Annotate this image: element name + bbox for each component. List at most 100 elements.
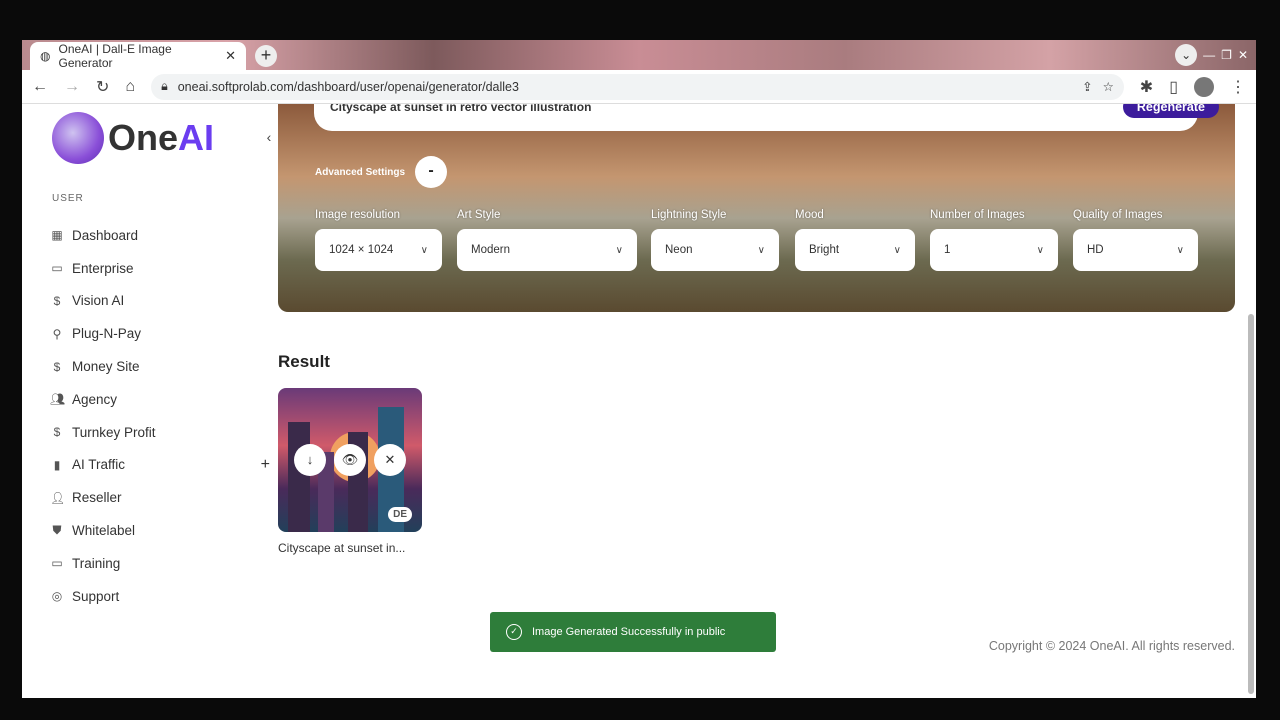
- sidebar-item-enterprise[interactable]: ▭ Enterprise: [50, 252, 260, 285]
- check-circle-icon: ✓: [506, 624, 522, 640]
- scrollbar[interactable]: [1248, 314, 1254, 694]
- chevron-down-icon: ∨: [420, 244, 428, 256]
- select-dropdown[interactable]: HD ∨: [1073, 229, 1198, 271]
- sidebar-item-label: Dashboard: [72, 227, 139, 243]
- browser-tab[interactable]: ◍ OneAI | Dall-E Image Generator ✕: [30, 42, 246, 70]
- dollar-icon: $: [53, 425, 61, 440]
- sidebar-item-label: Plug-N-Pay: [72, 326, 142, 342]
- sidebar-item-label: AI Traffic: [72, 457, 126, 473]
- collapse-sidebar-icon[interactable]: ‹: [260, 129, 278, 147]
- sidebar-item-label: Training: [72, 555, 121, 571]
- extensions-icon[interactable]: ✱: [1140, 77, 1153, 97]
- address-bar-row: ← → ↻ ⌂ 🔒︎ oneai.softprolab.com/dashboard/us…: [22, 70, 1256, 104]
- back-icon[interactable]: ←: [32, 78, 48, 96]
- home-icon[interactable]: ⌂: [125, 78, 135, 96]
- menu-icon[interactable]: ⋮: [1230, 77, 1246, 97]
- sidebar-item-plug-n-pay[interactable]: ⚲ Plug-N-Pay: [50, 317, 260, 350]
- select-dropdown[interactable]: Neon ∨: [651, 229, 779, 271]
- sidepanel-icon[interactable]: ▯: [1169, 77, 1178, 97]
- select-value: Neon: [665, 244, 693, 256]
- advanced-toggle-button[interactable]: -: [415, 156, 448, 188]
- url-field[interactable]: 🔒︎ oneai.softprolab.com/dashboard/user/op…: [151, 73, 1124, 100]
- select-value: Modern: [471, 244, 510, 256]
- sidebar-item-label: Vision AI: [72, 293, 125, 309]
- minimize-icon[interactable]: —: [1203, 48, 1215, 62]
- expand-icon[interactable]: +: [261, 456, 270, 474]
- share-icon[interactable]: ⇪: [1082, 79, 1092, 94]
- select-dropdown[interactable]: Bright ∨: [795, 229, 915, 271]
- delete-icon[interactable]: ✕: [374, 444, 406, 476]
- sidebar-item-label: Money Site: [72, 359, 140, 375]
- section-label: USER: [52, 193, 84, 204]
- close-tab-icon[interactable]: ✕: [225, 48, 236, 64]
- chevron-down-icon: ∨: [615, 244, 623, 256]
- reload-icon[interactable]: ↻: [96, 77, 109, 97]
- field-label: Lightning Style: [651, 209, 727, 221]
- select-dropdown[interactable]: Modern ∨: [457, 229, 637, 271]
- tab-search-icon[interactable]: ⌄: [1175, 44, 1198, 66]
- new-tab-button[interactable]: +: [255, 45, 277, 67]
- regenerate-button[interactable]: Regenerate: [1122, 104, 1219, 118]
- tab-bar: ◍ OneAI | Dall-E Image Generator ✕ + ⌄ — ❐ ✕: [22, 40, 1256, 70]
- eye-icon[interactable]: 👁︎: [334, 444, 366, 476]
- dollar-icon: $: [53, 293, 61, 308]
- generator-panel: Cityscape at sunset in retro vector illu…: [278, 104, 1235, 312]
- field-number-of-images: Number of Images 1 ∨: [930, 209, 1058, 271]
- sidebar-item-label: Whitelabel: [72, 523, 136, 539]
- restore-icon[interactable]: ❐: [1221, 48, 1232, 62]
- sidebar-item-vision-ai[interactable]: $ Vision AI: [50, 285, 260, 318]
- url-text: oneai.softprolab.com/dashboard/user/open…: [177, 79, 519, 94]
- field-label: Number of Images: [930, 209, 1025, 221]
- sidebar-item-ai-traffic[interactable]: ▮ AI Traffic +: [50, 449, 270, 482]
- sidebar-item-support[interactable]: ◎ Support: [50, 580, 260, 613]
- field-quality-of-images: Quality of Images HD ∨: [1073, 209, 1198, 271]
- sidebar-item-reseller[interactable]: 👤︎ Reseller: [50, 481, 260, 514]
- sidebar-item-label: Turnkey Profit: [72, 424, 156, 440]
- chevron-down-icon: ∨: [1176, 244, 1184, 256]
- sidebar-item-label: Reseller: [72, 490, 122, 506]
- globe-icon: ◍: [40, 49, 51, 63]
- model-badge: DE: [388, 507, 412, 522]
- select-dropdown[interactable]: 1 ∨: [930, 229, 1058, 271]
- prompt-input[interactable]: Cityscape at sunset in retro vector illu…: [314, 104, 1198, 131]
- link-icon: ⚲: [52, 326, 62, 341]
- field-mood: Mood Bright ∨: [795, 209, 915, 271]
- footer-copyright: Copyright © 2024 OneAI. All rights reser…: [988, 639, 1235, 653]
- logo[interactable]: OneAI: [52, 112, 214, 164]
- sidebar-item-dashboard[interactable]: ▦ Dashboard: [50, 219, 260, 252]
- avatar[interactable]: [1194, 76, 1214, 97]
- field-label: Mood: [795, 209, 824, 221]
- select-value: HD: [1087, 244, 1104, 256]
- sidebar: OneAI ‹ USER ▦ Dashboard ▭ Enterprise $ Visio…: [22, 104, 272, 698]
- user-plus-icon: 👤︎: [50, 490, 66, 505]
- close-window-icon[interactable]: ✕: [1238, 48, 1248, 62]
- star-icon[interactable]: ☆: [1103, 79, 1114, 94]
- select-value: Bright: [809, 244, 840, 256]
- select-dropdown[interactable]: 1024 × 1024 ∨: [315, 229, 442, 271]
- chevron-down-icon: ∨: [893, 244, 901, 256]
- sidebar-item-agency[interactable]: 👥︎ Agency: [50, 383, 260, 416]
- image-caption: Cityscape at sunset in...: [278, 541, 406, 555]
- field-art-style: Art Style Modern ∨: [457, 209, 637, 271]
- sidebar-item-training[interactable]: ▭ Training: [50, 547, 260, 580]
- field-label: Art Style: [457, 209, 501, 221]
- sidebar-item-whitelabel[interactable]: ⛊ Whitelabel: [50, 514, 260, 547]
- shield-icon: ⛊: [52, 523, 62, 538]
- sidebar-item-money-site[interactable]: $ Money Site: [50, 350, 260, 383]
- result-image-card[interactable]: ↓ 👁︎ ✕ DE: [278, 388, 422, 532]
- select-value: 1: [944, 244, 951, 256]
- success-toast: ✓ Image Generated Successfully in public: [490, 612, 776, 652]
- download-icon[interactable]: ↓: [294, 444, 326, 476]
- users-icon: 👥︎: [50, 392, 66, 407]
- forward-icon[interactable]: →: [64, 78, 80, 96]
- sidebar-item-turnkey-profit[interactable]: $ Turnkey Profit: [50, 416, 260, 449]
- grid-icon: ▦: [51, 228, 63, 243]
- laptop-icon: ▭: [51, 261, 63, 276]
- field-label: Quality of Images: [1073, 209, 1163, 221]
- advanced-settings-label: Advanced Settings: [315, 166, 406, 178]
- laptop-icon: ▭: [51, 556, 63, 571]
- result-heading: Result: [278, 352, 330, 371]
- browser-window: ◍ OneAI | Dall-E Image Generator ✕ + ⌄ — ❐ ✕ …: [22, 40, 1256, 698]
- lock-icon: 🔒︎: [161, 79, 168, 93]
- chevron-down-icon: ∨: [1036, 244, 1044, 256]
